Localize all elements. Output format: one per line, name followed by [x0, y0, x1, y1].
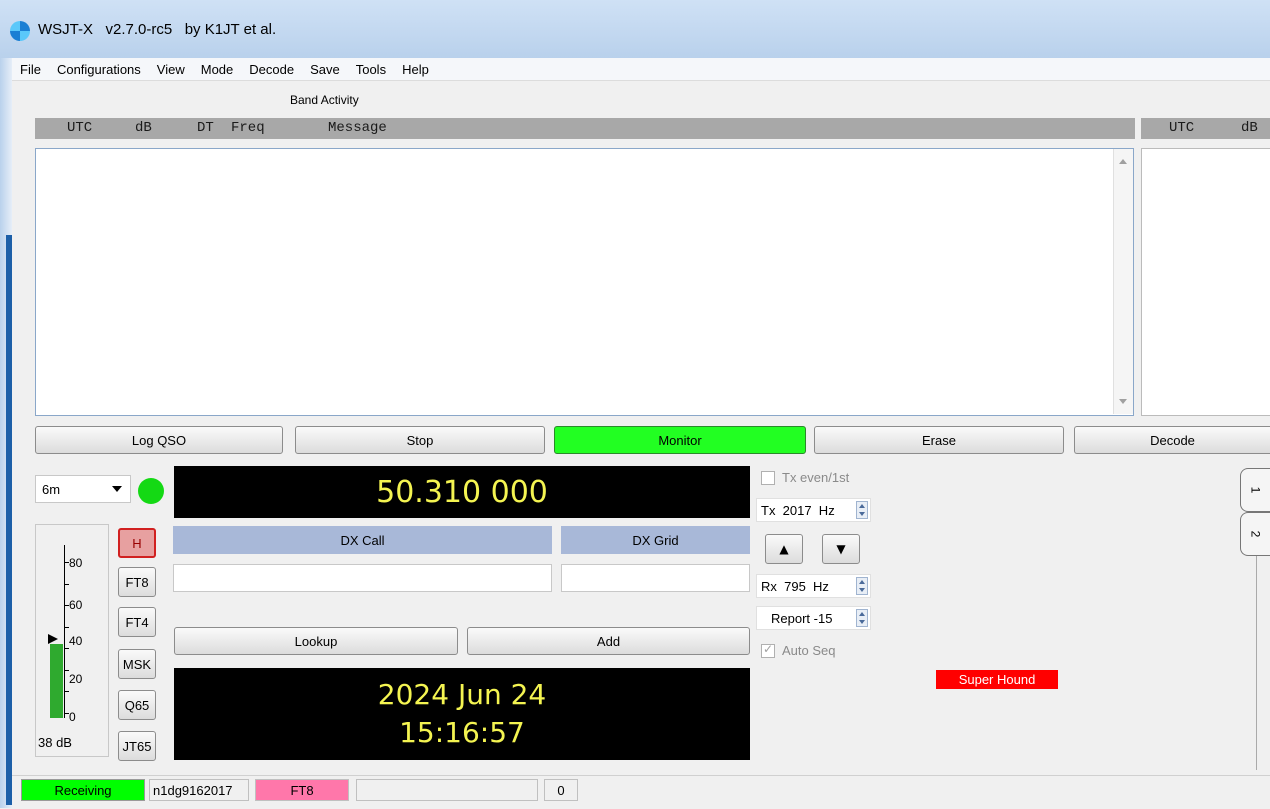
log-qso-button[interactable]: Log QSO — [35, 426, 283, 454]
stop-button[interactable]: Stop — [295, 426, 545, 454]
mode-ft4-button[interactable]: FT4 — [118, 607, 156, 637]
rx-frequency-list[interactable] — [1141, 148, 1270, 416]
status-mode: FT8 — [255, 779, 349, 801]
auto-seq-checkbox[interactable]: ✓ — [761, 642, 775, 658]
erase-button[interactable]: Erase — [814, 426, 1064, 454]
band-activity-header: UTC dB DT Freq Message — [35, 118, 1135, 139]
band-activity-label: Band Activity — [290, 93, 359, 107]
chevron-down-icon[interactable] — [112, 486, 122, 492]
column-db: dB — [135, 120, 152, 136]
auto-seq-label: Auto Seq — [782, 643, 836, 658]
arrow-up-icon: ▲ — [779, 542, 789, 556]
signal-level-label: 38 dB — [38, 735, 72, 750]
menu-configurations[interactable]: Configurations — [49, 62, 149, 77]
column-db: dB — [1241, 120, 1258, 136]
rx-frequency-spinbox[interactable]: Rx 795 Hz — [756, 574, 871, 598]
meter-tick-label: 80 — [69, 556, 83, 570]
spinner-arrows-icon[interactable] — [856, 609, 868, 627]
mode-h-button[interactable]: H — [118, 528, 156, 558]
menu-bar: File Configurations View Mode Decode Sav… — [12, 58, 1270, 81]
mode-ft8-button[interactable]: FT8 — [118, 567, 156, 597]
tx-down-button[interactable]: ▼ — [822, 534, 860, 564]
dx-call-input[interactable] — [173, 564, 552, 592]
clock-date: 2024 Jun 24 — [377, 678, 547, 711]
signal-meter-axis — [64, 545, 65, 718]
dial-frequency-display: 50.310 000 — [174, 466, 750, 518]
status-extra — [356, 779, 538, 801]
window-left-accent — [6, 235, 12, 805]
menu-view[interactable]: View — [149, 62, 193, 77]
utc-clock-display: 2024 Jun 24 15:16:57 — [174, 668, 750, 760]
status-receiving: Receiving — [21, 779, 145, 801]
meter-tick-label: 40 — [69, 634, 83, 648]
dx-grid-input[interactable] — [561, 564, 750, 592]
window-title: WSJT-X v2.7.0-rc5 by K1JT et al. — [38, 21, 277, 38]
mode-jt65-button[interactable]: JT65 — [118, 731, 156, 761]
tx-even-label: Tx even/1st — [782, 470, 850, 485]
column-utc: UTC — [1169, 120, 1195, 136]
column-utc: UTC — [67, 120, 93, 136]
column-message: Message — [328, 120, 387, 136]
status-count: 0 — [544, 779, 578, 801]
menu-decode[interactable]: Decode — [241, 62, 302, 77]
scroll-down-icon[interactable] — [1119, 399, 1127, 404]
mode-q65-button[interactable]: Q65 — [118, 690, 156, 720]
app-logo-icon — [10, 21, 30, 41]
report-spinbox[interactable]: Report -15 — [756, 606, 871, 630]
column-dt: DT — [197, 120, 214, 136]
tx-up-button[interactable]: ▲ — [765, 534, 803, 564]
rx-frequency-header: UTC dB — [1141, 118, 1270, 139]
tx-even-checkbox[interactable] — [761, 471, 775, 485]
signal-meter-bar — [50, 644, 63, 718]
add-button[interactable]: Add — [467, 627, 750, 655]
checkmark-icon: ✓ — [763, 642, 774, 656]
menu-tools[interactable]: Tools — [348, 62, 394, 77]
meter-peak-marker-icon — [48, 634, 58, 644]
scroll-up-icon[interactable] — [1119, 159, 1127, 164]
arrow-down-icon: ▼ — [836, 542, 846, 556]
status-led — [138, 478, 164, 504]
super-hound-badge: Super Hound — [936, 670, 1058, 689]
meter-tick-label: 0 — [69, 710, 76, 724]
mode-msk-button[interactable]: MSK — [118, 649, 156, 679]
spinner-arrows-icon[interactable] — [856, 577, 868, 595]
band-activity-scrollbar[interactable] — [1113, 149, 1133, 414]
meter-tick-label: 20 — [69, 672, 83, 686]
band-select[interactable]: 6m — [35, 475, 131, 503]
clock-time: 15:16:57 — [399, 716, 525, 749]
decode-button[interactable]: Decode — [1074, 426, 1270, 454]
menu-help[interactable]: Help — [394, 62, 437, 77]
dx-call-label: DX Call — [173, 526, 552, 554]
tab-2[interactable]: 2 — [1240, 512, 1270, 556]
tx-frequency-spinbox[interactable]: Tx 2017 Hz — [756, 498, 871, 522]
lookup-button[interactable]: Lookup — [174, 627, 458, 655]
dx-grid-label: DX Grid — [561, 526, 750, 554]
band-activity-list[interactable] — [35, 148, 1134, 416]
spinner-arrows-icon[interactable] — [856, 501, 868, 519]
tab-1[interactable]: 1 — [1240, 468, 1270, 512]
meter-tick-label: 60 — [69, 598, 83, 612]
menu-save[interactable]: Save — [302, 62, 348, 77]
menu-mode[interactable]: Mode — [193, 62, 242, 77]
column-freq: Freq — [231, 120, 265, 136]
menu-file[interactable]: File — [12, 62, 49, 77]
status-config: n1dg9162017 — [149, 779, 249, 801]
monitor-button[interactable]: Monitor — [554, 426, 806, 454]
